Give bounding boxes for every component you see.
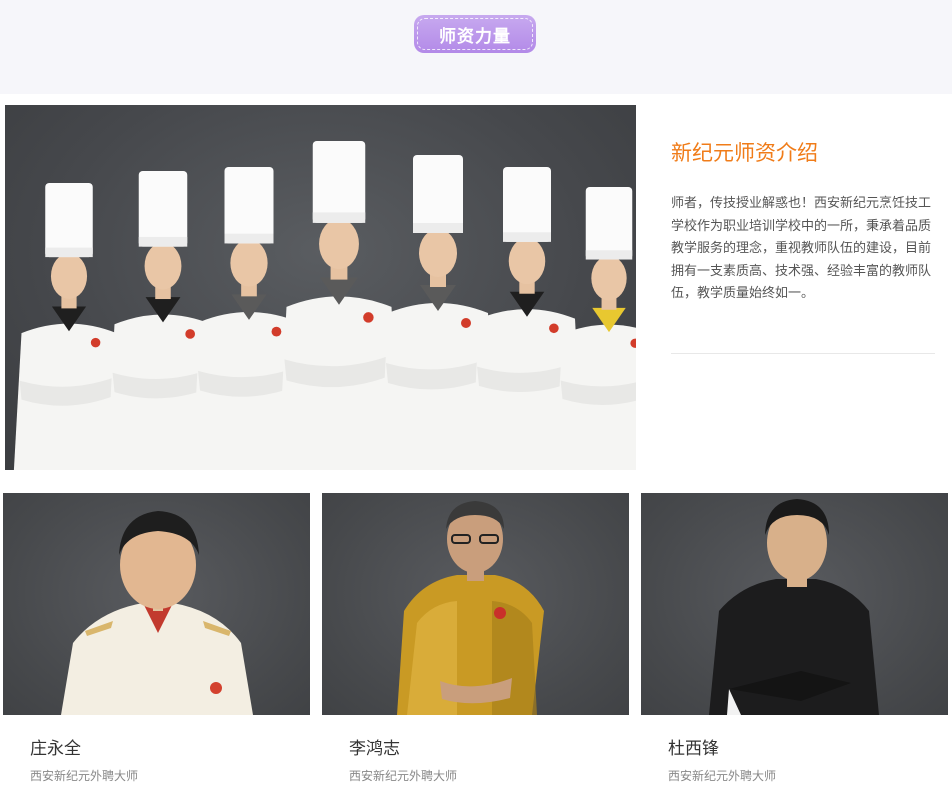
teacher-role: 西安新纪元外聘大师: [668, 769, 777, 783]
teacher-portrait-black-uniform: [709, 499, 879, 715]
intro-text: 师者，传技授业解惑也！西安新纪元烹饪技工学校作为职业培训学校中的一所，秉承着品质…: [671, 196, 932, 301]
section-title-badge: 师资力量: [414, 15, 536, 53]
section-title: 师资力量: [439, 26, 511, 47]
teacher-name: 李鸿志: [349, 739, 400, 759]
teacher-portrait-gold-jacket: [397, 501, 544, 715]
teacher-card-1[interactable]: 庄永全 西安新纪元外聘大师: [3, 493, 310, 795]
chef-team-illustration: [13, 141, 636, 470]
chef-figure: [13, 183, 125, 470]
teacher-name: 杜西锋: [668, 739, 719, 759]
chef-team-photo: [5, 105, 636, 470]
intro-divider: [671, 353, 935, 354]
teacher-name: 庄永全: [30, 739, 81, 759]
teacher-role: 西安新纪元外聘大师: [349, 769, 458, 783]
teacher-photo: [322, 493, 629, 715]
intro-title: 新纪元师资介绍: [671, 141, 818, 165]
teacher-portrait-white-uniform: [61, 511, 253, 715]
teacher-photo: [3, 493, 310, 715]
chef-figure: [278, 141, 400, 470]
teacher-card-2[interactable]: 李鸿志 西安新纪元外聘大师: [322, 493, 629, 795]
teacher-role: 西安新纪元外聘大师: [30, 769, 139, 783]
teacher-card-3[interactable]: 杜西锋 西安新纪元外聘大师: [641, 493, 948, 795]
teacher-photo: [641, 493, 948, 715]
